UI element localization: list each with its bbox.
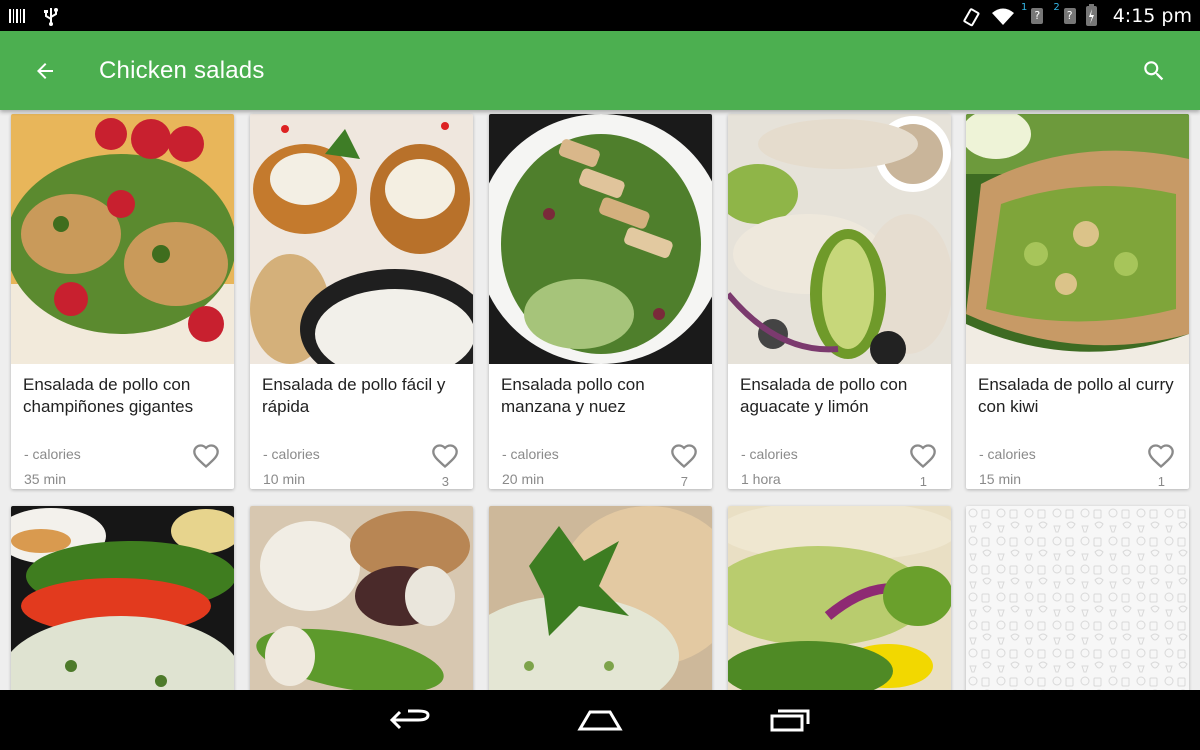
home-nav-icon <box>577 710 623 731</box>
recipe-card[interactable]: Ensalada de pollo fácil y rápida - calor… <box>250 114 473 489</box>
recipe-card[interactable] <box>489 506 712 690</box>
sim1-status: ? <box>1031 7 1044 24</box>
sim2-label: 2 <box>1053 2 1060 13</box>
likes-count: 1 <box>919 474 927 489</box>
usb-icon <box>42 7 62 26</box>
likes-count: 3 <box>441 474 449 489</box>
favorite-button[interactable] <box>670 443 698 469</box>
recipe-image <box>489 506 712 690</box>
nav-back-button[interactable] <box>380 698 440 742</box>
recipe-image <box>966 114 1189 364</box>
heart-outline-icon <box>1148 444 1174 469</box>
favorite-button[interactable] <box>909 443 937 469</box>
recipe-time: 1 hora <box>741 471 781 487</box>
arrow-back-icon <box>37 62 53 79</box>
sim2-status: ? <box>1063 7 1076 24</box>
favorite-button[interactable] <box>192 443 220 469</box>
recipe-card-placeholder[interactable] <box>966 506 1189 690</box>
heart-outline-icon <box>432 444 458 469</box>
search-icon <box>1144 60 1164 80</box>
barcode-icon <box>8 7 28 25</box>
sim1-label: 1 <box>1020 2 1028 13</box>
recipe-calories: - calories <box>741 446 798 462</box>
recipe-title: Ensalada de pollo al curry con kiwi <box>978 375 1174 416</box>
placeholder-pattern <box>966 506 1189 690</box>
back-button[interactable] <box>17 43 73 99</box>
status-bar: 1 ? 2 ? 4:15 pm <box>0 0 1200 31</box>
nav-recents-button[interactable] <box>760 698 820 742</box>
recipe-card[interactable] <box>250 506 473 690</box>
recipe-image <box>250 506 473 690</box>
recipe-title: Ensalada pollo con manzana y nuez <box>501 375 645 416</box>
wifi-icon <box>991 7 1014 25</box>
recipe-image <box>728 114 951 364</box>
recipe-card[interactable]: Ensalada de pollo con champiñones gigant… <box>11 114 234 489</box>
recipe-title: Ensalada de pollo con champiñones gigant… <box>23 375 194 416</box>
recipe-image <box>728 506 951 690</box>
recents-nav-icon <box>770 709 810 732</box>
battery-charging-icon <box>1085 3 1097 26</box>
recipe-card[interactable]: Ensalada pollo con manzana y nuez - calo… <box>489 114 712 489</box>
heart-outline-icon <box>671 444 697 469</box>
recipe-time: 20 min <box>502 471 545 487</box>
recipe-card[interactable] <box>728 506 951 690</box>
back-nav-icon <box>389 709 430 730</box>
favorite-button[interactable] <box>431 443 459 469</box>
navigation-bar <box>0 690 1200 750</box>
page-title: Chicken salads <box>99 56 265 84</box>
clock: 4:15 pm <box>1112 4 1192 27</box>
recipe-image <box>11 114 234 364</box>
recipe-card[interactable]: Ensalada de pollo al curry con kiwi - ca… <box>966 114 1189 489</box>
app-bar: Chicken salads <box>0 31 1200 110</box>
recipe-grid: Ensalada de pollo con champiñones gigant… <box>0 110 1200 690</box>
recipe-card[interactable] <box>11 506 234 690</box>
recipe-time: 10 min <box>263 471 306 487</box>
rotation-icon <box>961 7 981 26</box>
recipe-image <box>250 114 473 364</box>
heart-outline-icon <box>193 444 219 469</box>
recipe-calories: - calories <box>979 446 1036 462</box>
recipe-calories: - calories <box>263 446 320 462</box>
recipe-calories: - calories <box>502 446 559 462</box>
recipe-calories: - calories <box>24 446 81 462</box>
nav-home-button[interactable] <box>570 698 630 742</box>
recipe-time: 35 min <box>24 471 67 487</box>
recipe-image <box>489 114 712 364</box>
likes-count: 7 <box>680 474 688 489</box>
search-button[interactable] <box>1126 43 1182 99</box>
heart-outline-icon <box>910 444 936 469</box>
likes-count: 1 <box>1157 474 1165 489</box>
recipe-image <box>11 506 234 690</box>
favorite-button[interactable] <box>1147 443 1175 469</box>
recipe-title: Ensalada de pollo fácil y rápida <box>262 375 446 416</box>
recipe-card[interactable]: Ensalada de pollo con aguacate y limón -… <box>728 114 951 489</box>
recipe-title: Ensalada de pollo con aguacate y limón <box>740 375 908 416</box>
recipe-time: 15 min <box>979 471 1022 487</box>
